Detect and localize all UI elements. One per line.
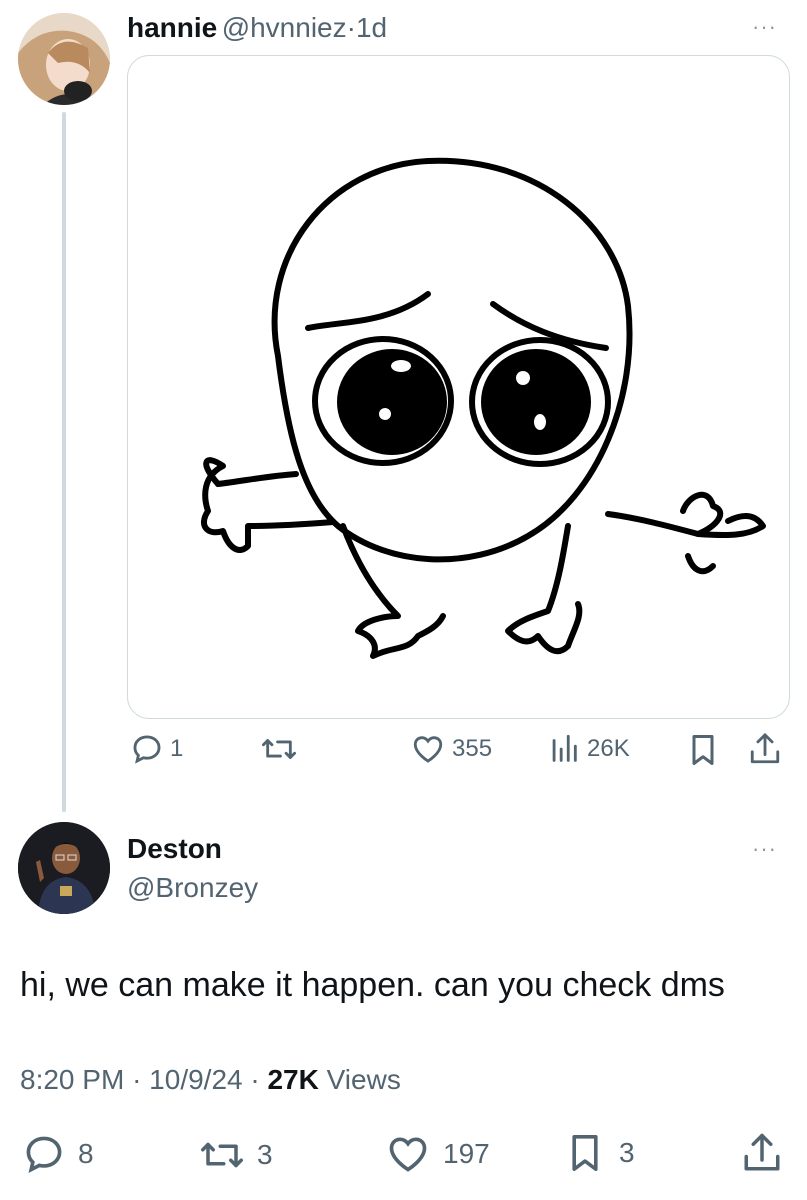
reply-button[interactable]: 8 — [22, 1132, 94, 1176]
header-separator: · — [346, 12, 356, 43]
bookmark-count: 3 — [619, 1137, 635, 1168]
views-count: 26K — [587, 735, 630, 762]
reply-author-name[interactable]: Deston — [127, 833, 222, 865]
reply-count: 8 — [78, 1138, 94, 1169]
retweet-icon — [201, 1142, 243, 1168]
author-handle[interactable]: @hvnniez — [222, 12, 347, 43]
share-icon — [750, 733, 780, 764]
bookmark-button[interactable]: 3 — [567, 1130, 635, 1176]
bookmark-button[interactable] — [688, 732, 718, 768]
meta-separator: · — [250, 1064, 260, 1095]
like-count: 355 — [452, 735, 493, 762]
reply-views-count: 27K — [267, 1064, 319, 1095]
like-button[interactable]: 197 — [385, 1132, 490, 1176]
bookmark-icon — [692, 735, 714, 765]
reply-date[interactable]: 10/9/24 — [149, 1064, 242, 1095]
reply-count: 1 — [170, 735, 184, 762]
reply-avatar[interactable] — [18, 822, 110, 914]
thread-connector-line — [62, 112, 66, 812]
tweet-media[interactable] — [127, 55, 790, 719]
reply-meta: 8:20 PM · 10/9/24 · 27K Views — [20, 1064, 401, 1096]
retweet-count: 3 — [257, 1139, 273, 1170]
reply-icon — [133, 735, 161, 764]
reply-time[interactable]: 8:20 PM — [20, 1064, 124, 1095]
author-name[interactable]: hannie — [127, 12, 217, 43]
drawing-image — [201, 157, 766, 659]
views-button[interactable]: 26K — [547, 732, 630, 766]
reply-text: hi, we can make it happen. can you check… — [20, 966, 725, 1004]
share-icon — [744, 1133, 780, 1171]
avatar-photo — [18, 822, 110, 914]
reply-button[interactable]: 1 — [130, 732, 183, 766]
reply-author-handle[interactable]: @Bronzey — [127, 872, 258, 904]
reply-icon — [26, 1136, 62, 1173]
tweet-time[interactable]: 1d — [356, 12, 387, 43]
retweet-button[interactable] — [259, 732, 299, 766]
heart-icon — [389, 1137, 427, 1172]
heart-icon — [413, 736, 443, 763]
share-button[interactable] — [748, 730, 782, 768]
like-count: 197 — [443, 1138, 490, 1169]
meta-separator: · — [132, 1064, 142, 1095]
tweet-header: hannie @hvnniez·1d — [127, 12, 387, 44]
more-options-icon[interactable]: ··· — [752, 836, 777, 862]
share-button[interactable] — [741, 1130, 783, 1176]
like-button[interactable]: 355 — [410, 732, 492, 766]
retweet-icon — [262, 739, 297, 759]
retweet-button[interactable]: 3 — [195, 1134, 273, 1176]
more-options-icon[interactable]: ··· — [752, 14, 777, 40]
bookmark-icon — [572, 1135, 598, 1171]
avatar-photo — [18, 13, 110, 105]
avatar[interactable] — [18, 13, 110, 105]
reply-views-label: Views — [326, 1064, 401, 1095]
views-icon — [552, 734, 577, 762]
